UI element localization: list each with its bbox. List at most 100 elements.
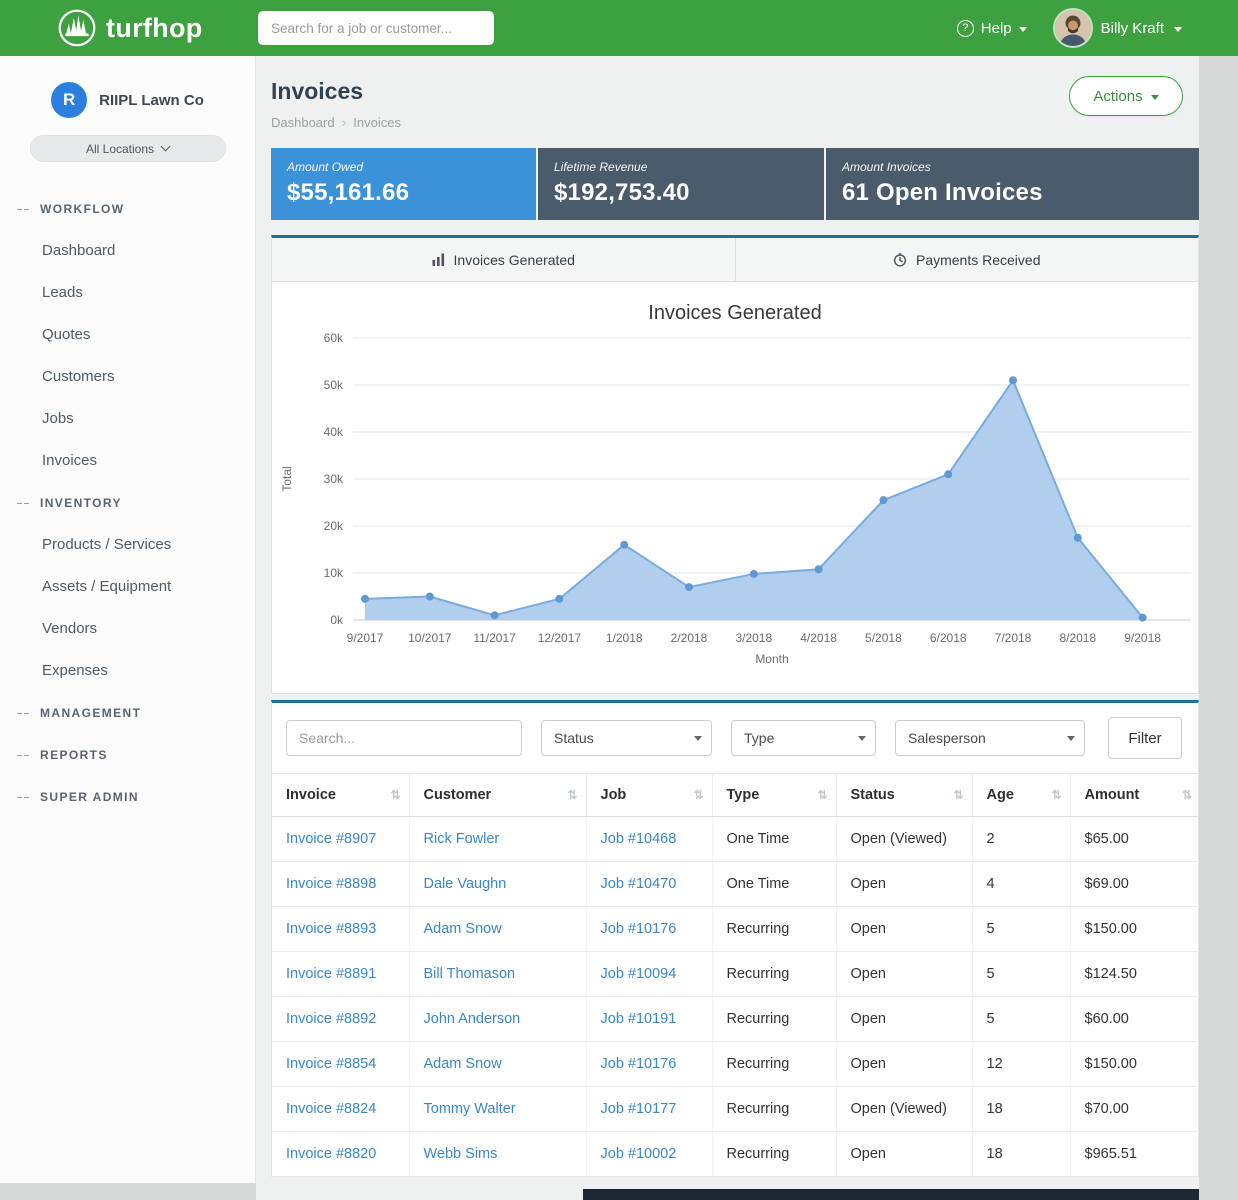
sidebar-section-super-admin: SUPER ADMIN: [0, 776, 255, 818]
type-select[interactable]: Type: [731, 720, 876, 756]
filter-button[interactable]: Filter: [1108, 717, 1182, 759]
customer-link[interactable]: Webb Sims: [424, 1146, 498, 1162]
cell-amount: $65.00: [1070, 817, 1199, 862]
job-link[interactable]: Job #10191: [601, 1011, 677, 1027]
customer-link[interactable]: Adam Snow: [424, 1056, 502, 1072]
cell-status: Open: [836, 997, 972, 1042]
svg-text:60k: 60k: [324, 331, 344, 345]
dash-icon: [17, 755, 29, 756]
tab-invoices-generated[interactable]: Invoices Generated: [272, 238, 735, 281]
column-header-status[interactable]: Status: [836, 774, 972, 817]
cell-job: Job #10177: [586, 1087, 712, 1132]
svg-text:7/2018: 7/2018: [995, 631, 1032, 645]
column-header-invoice[interactable]: Invoice: [272, 774, 409, 817]
column-header-age[interactable]: Age: [972, 774, 1070, 817]
sidebar: R RIIPL Lawn Co All Locations WORKFLOWDa…: [0, 56, 256, 1183]
sidebar-item-vendors[interactable]: Vendors: [0, 608, 255, 650]
stat-card-amount-owed: Amount Owed $55,161.66: [271, 148, 536, 220]
table-row: Invoice #8898 Dale Vaughn Job #10470 One Ti…: [272, 862, 1199, 907]
cell-status: Open (Viewed): [836, 1087, 972, 1132]
cell-amount: $69.00: [1070, 862, 1199, 907]
job-link[interactable]: Job #10176: [601, 921, 677, 937]
cell-amount: $150.00: [1070, 907, 1199, 952]
customer-link[interactable]: Dale Vaughn: [424, 876, 507, 892]
sidebar-item-dashboard[interactable]: Dashboard: [0, 230, 255, 272]
cell-customer: Adam Snow: [409, 1042, 586, 1087]
job-link[interactable]: Job #10470: [601, 876, 677, 892]
invoice-link[interactable]: Invoice #8898: [286, 876, 376, 892]
tab-label: Payments Received: [916, 252, 1041, 268]
sidebar-item-jobs[interactable]: Jobs: [0, 398, 255, 440]
cell-age: 12: [972, 1042, 1070, 1087]
cell-age: 2: [972, 817, 1070, 862]
job-link[interactable]: Job #10002: [601, 1146, 677, 1162]
app-root: turfhop Help Billy Kraft: [0, 0, 1238, 1200]
table-header-row: InvoiceCustomerJobTypeStatusAgeAmount: [272, 774, 1199, 817]
invoices-generated-chart: 0k10k20k30k40k50k60k9/201710/201711/2017…: [275, 325, 1195, 677]
avatar: [1055, 10, 1091, 46]
table-search-input[interactable]: [286, 720, 522, 756]
invoice-link[interactable]: Invoice #8892: [286, 1011, 376, 1027]
locations-dropdown[interactable]: All Locations: [30, 135, 226, 162]
main-content: Invoices Dashboard Invoices Actions Amou…: [256, 56, 1199, 1200]
sort-icon: [693, 787, 703, 803]
stat-value: $55,161.66: [287, 179, 520, 207]
cell-amount: $150.00: [1070, 1042, 1199, 1087]
sidebar-item-invoices[interactable]: Invoices: [0, 440, 255, 482]
sort-icon: [953, 787, 963, 803]
cell-job: Job #10470: [586, 862, 712, 907]
customer-link[interactable]: John Anderson: [424, 1011, 521, 1027]
job-link[interactable]: Job #10094: [601, 966, 677, 982]
chevron-down-icon: [1151, 95, 1159, 100]
invoice-link[interactable]: Invoice #8820: [286, 1146, 376, 1162]
column-header-amount[interactable]: Amount: [1070, 774, 1199, 817]
user-menu[interactable]: Billy Kraft: [1055, 10, 1182, 46]
global-search-input[interactable]: [258, 11, 494, 45]
cell-customer: Adam Snow: [409, 907, 586, 952]
stat-value: 61 Open Invoices: [842, 179, 1183, 207]
sort-icon: [1051, 787, 1061, 803]
invoice-link[interactable]: Invoice #8893: [286, 921, 376, 937]
cell-age: 5: [972, 997, 1070, 1042]
sidebar-item-products-services[interactable]: Products / Services: [0, 524, 255, 566]
svg-text:1/2018: 1/2018: [606, 631, 643, 645]
customer-link[interactable]: Adam Snow: [424, 921, 502, 937]
column-header-type[interactable]: Type: [712, 774, 836, 817]
sidebar-item-assets-equipment[interactable]: Assets / Equipment: [0, 566, 255, 608]
invoice-link[interactable]: Invoice #8824: [286, 1101, 376, 1117]
sidebar-item-customers[interactable]: Customers: [0, 356, 255, 398]
customer-link[interactable]: Bill Thomason: [424, 966, 516, 982]
job-link[interactable]: Job #10177: [601, 1101, 677, 1117]
status-select[interactable]: Status: [541, 720, 712, 756]
sidebar-item-quotes[interactable]: Quotes: [0, 314, 255, 356]
chart-panel: Invoices Generated Payments Received Inv…: [271, 235, 1199, 694]
sidebar-item-leads[interactable]: Leads: [0, 272, 255, 314]
sidebar-item-expenses[interactable]: Expenses: [0, 650, 255, 692]
cell-job: Job #10468: [586, 817, 712, 862]
job-link[interactable]: Job #10176: [601, 1056, 677, 1072]
actions-button[interactable]: Actions: [1069, 76, 1183, 116]
job-link[interactable]: Job #10468: [601, 831, 677, 847]
customer-link[interactable]: Rick Fowler: [424, 831, 500, 847]
breadcrumb-dashboard[interactable]: Dashboard: [271, 115, 335, 130]
cell-customer: Dale Vaughn: [409, 862, 586, 907]
table-row: Invoice #8893Adam SnowJob #10176Recurrin…: [272, 907, 1199, 952]
invoice-link[interactable]: Invoice #8854: [286, 1056, 376, 1072]
tab-payments-received[interactable]: Payments Received: [735, 238, 1199, 281]
invoice-link[interactable]: Invoice #8891: [286, 966, 376, 982]
cell-type: One Time: [712, 862, 836, 907]
stat-label: Amount Invoices: [842, 160, 1183, 174]
column-header-job[interactable]: Job: [586, 774, 712, 817]
help-menu[interactable]: Help: [957, 20, 1027, 37]
locations-label: All Locations: [86, 142, 154, 156]
table-panel: Status Type Salesperson: [271, 700, 1199, 1177]
filters-row: Status Type Salesperson: [272, 703, 1198, 773]
column-header-customer[interactable]: Customer: [409, 774, 586, 817]
invoices-table-body: Invoice #8907 Rick Fowler Job #10468 One Ti…: [272, 817, 1199, 1177]
logo[interactable]: turfhop: [57, 8, 203, 48]
customer-link[interactable]: Tommy Walter: [424, 1101, 516, 1117]
bar-chart-icon: [432, 253, 445, 266]
invoice-link[interactable]: Invoice #8907: [286, 831, 376, 847]
cell-status: Open: [836, 1042, 972, 1087]
salesperson-select[interactable]: Salesperson: [895, 720, 1085, 756]
